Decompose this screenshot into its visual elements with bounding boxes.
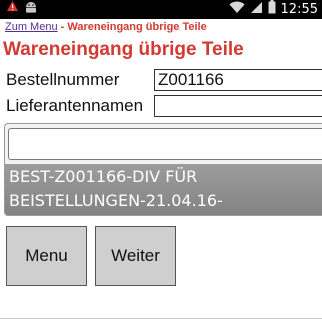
status-bar: 12:55 [0,0,322,19]
list-filter-input[interactable] [8,128,322,160]
back-to-menu-link[interactable]: Zum Menu [5,21,58,33]
order-list: BEST-Z001166-DIV FÜR BEISTELLUNGEN-21.04… [4,123,322,216]
status-notifications [6,0,38,19]
list-item-line1: BEST-Z001166-DIV FÜR [9,167,198,186]
battery-icon [268,0,276,19]
breadcrumb-separator: - [57,21,68,33]
order-number-label: Bestellnummer [6,70,120,89]
supplier-input[interactable] [154,95,322,117]
notification-icon [6,0,19,19]
page-title: Wareneingang übrige Teile [3,39,244,60]
status-system: 12:55 [229,0,318,19]
signal-icon [250,1,263,19]
list-item[interactable]: BEST-Z001166-DIV FÜR BEISTELLUNGEN-21.04… [5,164,322,215]
order-number-input[interactable] [154,69,322,91]
next-button[interactable]: Weiter [95,226,176,286]
divider [0,318,322,319]
status-time: 12:55 [280,2,318,17]
breadcrumb: Zum Menu - Wareneingang übrige Teile [5,21,207,34]
android-icon [24,0,38,19]
list-item-line2: BEISTELLUNGEN-21.04.16- [9,191,223,210]
wifi-icon [229,1,245,19]
menu-button[interactable]: Menu [6,226,87,286]
supplier-label: Lieferantennamen [6,96,144,115]
breadcrumb-current: Wareneingang übrige Teile [67,21,207,33]
